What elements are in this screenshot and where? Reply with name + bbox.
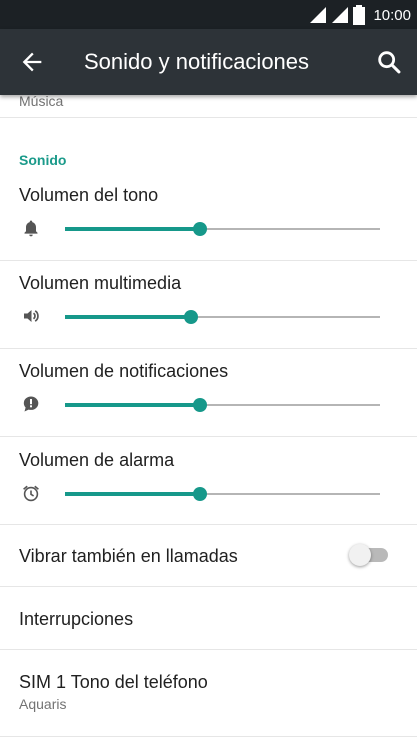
signal-icon [332,7,349,23]
vibrate-toggle[interactable] [349,544,389,566]
divider [0,436,417,437]
volume-label: Volumen del tono [19,185,159,205]
volume-row-notifications: Volumen de notificaciones [0,360,417,448]
vibrate-label[interactable]: Vibrar también en llamadas [19,545,238,567]
back-arrow-icon[interactable] [18,48,46,76]
alarm-clock-icon [23,485,39,502]
settings-list[interactable]: Música Sonido Volumen del tono Volumen m… [0,95,417,742]
status-icons: 10:00 [309,4,411,26]
page-title: Sonido y notificaciones [84,49,310,74]
section-header-sound: Sonido [19,152,67,168]
bell-icon [24,220,38,237]
slider-fill [65,315,191,319]
slider-thumb[interactable] [193,222,208,236]
slider-thumb[interactable] [193,398,208,412]
divider [0,736,417,737]
signal-icon [310,7,327,23]
divider [0,348,417,349]
volume-label: Volumen multimedia [19,273,182,293]
volume-label: Volumen de notificaciones [19,361,229,381]
divider [0,586,417,587]
clock: 10:00 [373,6,411,24]
alarm-volume-slider[interactable] [65,484,380,504]
slider-fill [65,227,201,231]
slider-thumb[interactable] [184,310,198,324]
divider [0,524,417,525]
slider-fill [65,492,201,496]
notification-volume-slider[interactable] [65,395,380,415]
slider-fill [65,403,201,407]
divider [0,649,417,650]
volume-row-media: Volumen multimedia [0,272,417,360]
divider [0,260,417,261]
status-bar: 10:00 [0,0,417,29]
slider-thumb[interactable] [193,487,208,501]
notification-icon [23,396,39,412]
ringtone-item[interactable]: SIM 1 Tono del teléfono [19,671,208,693]
divider [0,117,417,118]
music-item-partial[interactable]: Música [19,95,63,109]
search-icon[interactable] [375,48,403,76]
battery-icon [353,5,366,25]
speaker-icon [24,310,39,322]
ringtone-volume-slider[interactable] [65,219,380,239]
media-volume-slider[interactable] [65,307,380,327]
toggle-thumb [349,544,371,566]
volume-label: Volumen de alarma [19,450,175,470]
volume-row-ringtone: Volumen del tono [0,184,417,272]
ringtone-value: Aquaris [19,696,67,712]
interruptions-item[interactable]: Interrupciones [19,608,133,630]
app-bar: Sonido y notificaciones [0,29,417,95]
